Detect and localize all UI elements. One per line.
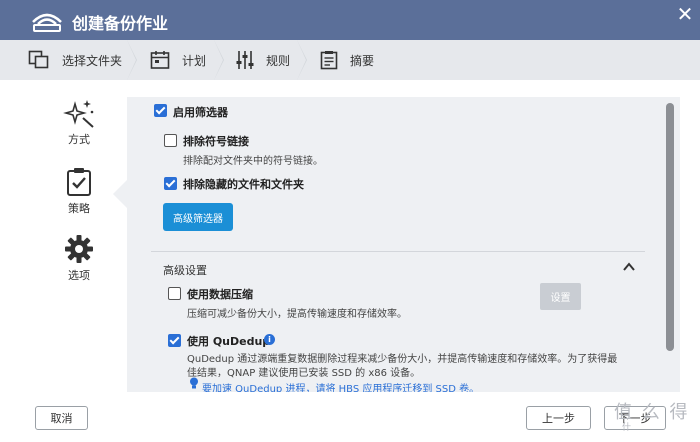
compression-checkbox[interactable] xyxy=(168,287,181,300)
exclude-symlinks-checkbox[interactable] xyxy=(164,134,177,147)
info-icon[interactable]: i xyxy=(264,334,275,345)
clipboard-check-icon xyxy=(67,168,91,196)
compression-label: 使用数据压缩 xyxy=(187,288,253,301)
clipboard-icon xyxy=(320,51,338,70)
step-rules[interactable]: 规则 xyxy=(236,40,290,80)
step-select-folder[interactable]: 选择文件夹 xyxy=(28,40,122,80)
sidebar-item-label: 选项 xyxy=(68,269,90,282)
sidebar-item-options[interactable]: 选项 xyxy=(40,234,118,283)
sidebar-item-label: 策略 xyxy=(68,202,90,215)
compression-settings-button[interactable]: 设置 xyxy=(540,283,581,310)
qudedup-desc-line2: 佳结果，QNAP 建议使用已安装 SSD 的 x86 设备。 xyxy=(187,368,421,379)
step-schedule[interactable]: 计划 xyxy=(150,40,206,80)
advanced-filter-button[interactable]: 高级筛选器 xyxy=(163,203,233,231)
watermark-sub: 什 xyxy=(622,423,632,433)
gear-icon xyxy=(65,235,93,263)
cancel-button[interactable]: 取消 xyxy=(35,406,88,430)
qudedup-desc-line1: QuDedup 通过源端重复数据删除过程来减少备份大小，并提高传输速度和存储效率… xyxy=(187,354,618,365)
step-label: 选择文件夹 xyxy=(62,53,123,68)
sidebar: 方式 策略 选项 xyxy=(0,80,127,392)
bulb-icon xyxy=(190,377,198,389)
calendar-icon xyxy=(150,51,170,69)
prev-button[interactable]: 上一步 xyxy=(526,406,591,430)
folder-copy-icon xyxy=(28,50,49,69)
compression-desc: 压缩可减少备份大小，提高传输速度和存储效率。 xyxy=(187,309,407,320)
title-bar: 创建备份作业 ✕ xyxy=(0,0,700,40)
sparkles-icon xyxy=(63,100,94,128)
close-icon[interactable]: ✕ xyxy=(674,3,696,25)
sidebar-item-policy[interactable]: 策略 xyxy=(40,167,118,216)
advanced-settings-title: 高级设置 xyxy=(163,264,207,277)
step-summary[interactable]: 摘要 xyxy=(320,40,374,80)
enable-filter-label: 启用筛选器 xyxy=(173,106,228,119)
step-label: 摘要 xyxy=(350,53,375,68)
active-pointer xyxy=(113,180,127,208)
wizard-steps: 选择文件夹 计划 规则 摘要 xyxy=(0,40,700,80)
sidebar-item-label: 方式 xyxy=(68,133,90,146)
sliders-icon xyxy=(236,51,254,69)
enable-filter-checkbox[interactable] xyxy=(154,104,167,117)
step-label: 规则 xyxy=(266,53,291,68)
qudedup-label: 使用 QuDedup xyxy=(187,335,271,348)
exclude-hidden-checkbox[interactable] xyxy=(164,177,177,190)
exclude-hidden-label: 排除隐藏的文件和文件夹 xyxy=(183,178,304,191)
chevron-up-icon[interactable] xyxy=(622,260,636,274)
window-title: 创建备份作业 xyxy=(72,14,169,33)
step-label: 计划 xyxy=(182,53,207,68)
footer xyxy=(0,392,700,442)
exclude-symlinks-desc: 排除配对文件夹中的符号链接。 xyxy=(183,156,323,167)
backup-logo-icon xyxy=(32,13,62,32)
scrollbar[interactable] xyxy=(666,103,674,351)
qudedup-checkbox[interactable] xyxy=(168,334,181,347)
exclude-symlinks-label: 排除符号链接 xyxy=(183,135,249,148)
sidebar-item-method[interactable]: 方式 xyxy=(40,98,118,147)
